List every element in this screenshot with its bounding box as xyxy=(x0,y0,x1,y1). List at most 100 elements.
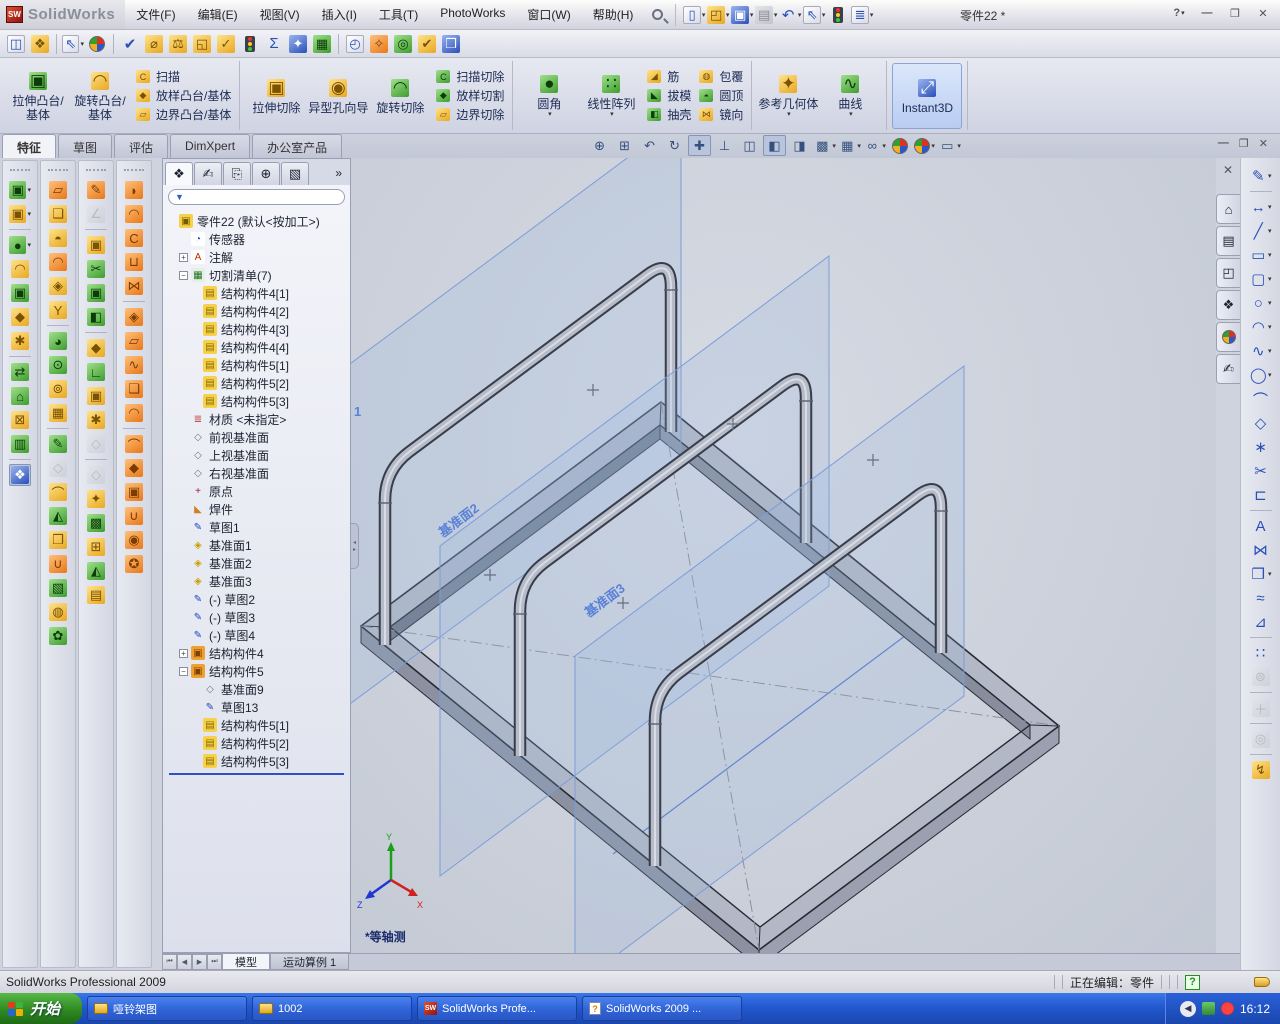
tree-node-焊件[interactable]: ◣ 焊件 xyxy=(167,500,350,518)
ribbon-button[interactable]: ⤢ Instant3D xyxy=(892,62,963,129)
tree-node-上视基准面[interactable]: ◇ 上视基准面 xyxy=(167,446,350,464)
tool-icon[interactable]: ▣ xyxy=(85,385,107,407)
tool-icon[interactable]: ⌒ xyxy=(123,433,145,455)
display-style-button[interactable]: ◨ xyxy=(788,135,811,156)
tool-icon[interactable]: ✎ xyxy=(85,179,107,201)
zoom-to-area-button[interactable]: ⊞ xyxy=(613,135,636,156)
doc-restore-button[interactable]: ❐ xyxy=(1239,137,1249,150)
ribbon-button[interactable]: ▣ 拉伸切除 xyxy=(245,63,307,129)
smart-dimension-button[interactable]: ↔ ▾ xyxy=(1250,196,1272,218)
menu-item-1[interactable]: 编辑(E) xyxy=(187,2,249,27)
move-entities-button[interactable]: ⊿ xyxy=(1250,611,1272,633)
dropdown-arrow-icon[interactable]: ▾ xyxy=(882,142,886,150)
dropdown-arrow-icon[interactable]: ▾ xyxy=(1268,299,1272,307)
tool-icon[interactable]: ▥ xyxy=(9,433,31,455)
dimxpertmanager-tab[interactable]: ⊕ xyxy=(252,161,280,185)
equations-button[interactable]: Σ xyxy=(263,33,285,55)
tool-icon[interactable]: ◭ xyxy=(47,505,69,527)
tree-node-基准面1[interactable]: ◈ 基准面1 xyxy=(167,536,350,554)
dropdown-arrow-icon[interactable]: ▾ xyxy=(548,111,552,119)
tool-icon[interactable]: ✱ xyxy=(9,330,31,352)
tree-node-结构构件4[4][interactable]: ▤ 结构构件4[4] xyxy=(167,338,350,356)
line-button[interactable]: ╱ ▾ xyxy=(1250,220,1272,242)
verify-button[interactable]: ✔ xyxy=(416,33,438,55)
tool-icon[interactable]: ⌂ xyxy=(9,385,31,407)
block-button[interactable]: ↯ xyxy=(1250,759,1272,781)
section-view-button[interactable]: ◫ xyxy=(738,135,761,156)
close-button[interactable]: ✕ xyxy=(1252,4,1274,22)
dropdown-arrow-icon[interactable]: ▾ xyxy=(750,11,754,19)
design-library-tab[interactable]: ▤ xyxy=(1216,226,1240,256)
taskbar-button-SolidWorks 2009 ...[interactable]: ? SolidWorks 2009 ... xyxy=(582,996,743,1021)
mirror-entities-button[interactable]: ⋈ xyxy=(1250,539,1272,561)
circle-button[interactable]: ○ ▾ xyxy=(1250,292,1272,314)
tool-icon[interactable]: ▱ xyxy=(47,179,69,201)
tree-filter-input[interactable]: ▼ xyxy=(168,189,345,205)
tree-node-原点[interactable]: + 原点 xyxy=(167,482,350,500)
ellipse-button[interactable]: ◯ ▾ xyxy=(1250,364,1272,386)
linear-sketch-pattern-button[interactable]: ❒ ▾ xyxy=(1250,563,1272,585)
tree-node-草图13[interactable]: ✎ 草图13 xyxy=(167,698,350,716)
tree-node-(-) 草图4[interactable]: ✎ (-) 草图4 xyxy=(167,626,350,644)
dropdown-arrow-icon[interactable]: ▾ xyxy=(1268,275,1272,283)
menu-item-2[interactable]: 视图(V) xyxy=(249,2,311,27)
check-entity-button[interactable]: ✓ xyxy=(215,33,237,55)
tool-icon[interactable]: ❒ xyxy=(47,529,69,551)
tree-node-切割清单(7)[interactable]: − ▦ 切割清单(7) xyxy=(167,266,350,284)
render-rings-button[interactable]: ◎ xyxy=(392,33,414,55)
view-settings-button[interactable]: ▭ ▾ xyxy=(938,135,961,156)
menu-item-3[interactable]: 插入(I) xyxy=(311,2,368,27)
select-button[interactable]: ⇖ ▾ xyxy=(62,33,84,55)
solidworks-resources-tab[interactable]: ⌂ xyxy=(1216,194,1240,224)
ribbon-button[interactable]: ◧ 抽壳 xyxy=(642,105,694,124)
ribbon-button[interactable]: ◆ 放样凸台/基体 xyxy=(131,86,234,105)
panel-splitter-handle[interactable]: ◂ ▸ xyxy=(351,523,359,569)
save-button[interactable]: ▣ ▾ xyxy=(731,4,753,26)
tree-node-结构构件4[2][interactable]: ▤ 结构构件4[2] xyxy=(167,302,350,320)
dropdown-arrow-icon[interactable]: ▾ xyxy=(870,11,874,19)
tool-icon[interactable]: ◈ xyxy=(47,275,69,297)
tray-app-icon[interactable] xyxy=(1201,1002,1215,1015)
tree-node-(-) 草图2[interactable]: ✎ (-) 草图2 xyxy=(167,590,350,608)
tool-icon[interactable]: C xyxy=(123,227,145,249)
ribbon-button[interactable]: ∿ 曲线 ▾ xyxy=(819,63,881,129)
pan-button[interactable]: ✚ xyxy=(688,135,712,156)
tool-icon[interactable]: ◆ xyxy=(9,306,31,328)
featuremanager-tab[interactable]: ❖ xyxy=(165,161,193,185)
dropdown-arrow-icon[interactable]: ▾ xyxy=(27,210,31,218)
tool-icon[interactable]: ◉ xyxy=(123,529,145,551)
dropdown-arrow-icon[interactable]: ▾ xyxy=(1268,203,1272,211)
tool-icon[interactable]: ⋈ xyxy=(123,275,145,297)
toggle-panes-button[interactable]: ◫ xyxy=(5,33,27,55)
dropdown-arrow-icon[interactable]: ▾ xyxy=(798,11,802,19)
tool-icon[interactable]: ▣ ▾ xyxy=(9,179,31,201)
tree-node-结构构件5[2][interactable]: ▤ 结构构件5[2] xyxy=(167,374,350,392)
tree-node-结构构件5[1][interactable]: ▤ 结构构件5[1] xyxy=(167,356,350,374)
tool-icon[interactable]: ⊠ xyxy=(9,409,31,431)
tool-icon[interactable]: Y xyxy=(47,299,69,321)
tool-icon[interactable]: ▣ xyxy=(123,481,145,503)
sheet-nav-button-3[interactable]: ⏭ xyxy=(207,954,222,970)
dropdown-arrow-icon[interactable]: ▾ xyxy=(1268,371,1272,379)
tree-node-结构构件5[3][interactable]: ▤ 结构构件5[3] xyxy=(167,752,350,770)
dropdown-arrow-icon[interactable]: ▾ xyxy=(610,111,614,119)
tree-node-前视基准面[interactable]: ◇ 前视基准面 xyxy=(167,428,350,446)
new-document-button[interactable]: ▯ ▾ xyxy=(683,4,705,26)
design-checker-button[interactable] xyxy=(239,33,261,55)
sketch-fillet-button[interactable]: ⌒ xyxy=(1250,388,1272,410)
expand-icon[interactable]: + xyxy=(179,648,188,658)
sketch-pattern2-button[interactable]: ∷ xyxy=(1250,642,1272,664)
taskbar-button-SolidWorks Profe...[interactable]: SW SolidWorks Profe... xyxy=(417,996,578,1021)
help-button[interactable]: ? ▾ xyxy=(1168,4,1190,22)
tree-node-结构构件4[3][interactable]: ▤ 结构构件4[3] xyxy=(167,320,350,338)
dropdown-arrow-icon[interactable]: ▾ xyxy=(726,11,730,19)
ribbon-button[interactable]: ◠ 旋转凸台/基体 xyxy=(69,63,131,129)
tool-icon[interactable]: ◍ xyxy=(47,601,69,623)
menu-item-6[interactable]: 窗口(W) xyxy=(516,2,581,27)
polygon-button[interactable]: ◇ xyxy=(1250,412,1272,434)
tool-icon[interactable]: ▩ xyxy=(85,512,107,534)
section-properties-button[interactable]: ◱ xyxy=(191,33,213,55)
dropdown-arrow-icon[interactable]: ▾ xyxy=(822,11,826,19)
doc-minimize-button[interactable]: — xyxy=(1218,137,1229,150)
tree-tabs-overflow-icon[interactable]: » xyxy=(335,166,348,180)
